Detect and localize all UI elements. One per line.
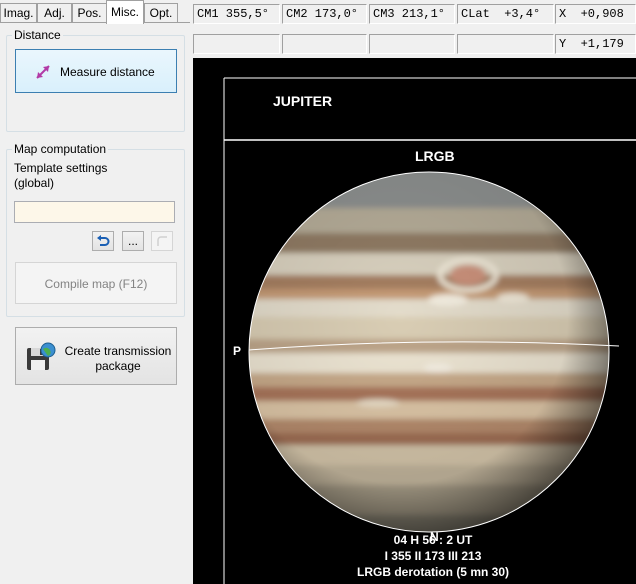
empty-field-4 bbox=[457, 34, 554, 54]
image-viewer[interactable]: JUPITER LRGB P N 04 H 56 : 2 UT I 355 II… bbox=[193, 58, 636, 584]
floppy-globe-icon bbox=[26, 342, 56, 372]
browse-button[interactable]: ... bbox=[122, 231, 144, 251]
tab-opt[interactable]: Opt. bbox=[144, 3, 178, 23]
tab-pos[interactable]: Pos. bbox=[72, 3, 107, 23]
cm1-field: CM1 355,5° bbox=[193, 4, 280, 24]
side-panel: Imag. Adj. Pos. Misc. Opt. Distance Meas… bbox=[0, 0, 190, 584]
measure-arrow-icon bbox=[34, 63, 52, 81]
distance-legend: Distance bbox=[12, 28, 63, 42]
caption-cm: I 355 II 173 III 213 bbox=[384, 549, 482, 563]
pole-marker-p: P bbox=[233, 344, 242, 358]
compile-map-label: Compile map (F12) bbox=[44, 277, 148, 291]
redo-button[interactable] bbox=[151, 231, 173, 251]
clat-field: CLat +3,4° bbox=[457, 4, 554, 24]
cm3-field: CM3 213,1° bbox=[369, 4, 455, 24]
image-caption: 04 H 56 : 2 UT I 355 II 173 III 213 LRGB… bbox=[333, 532, 533, 580]
filter-name: LRGB bbox=[415, 148, 455, 164]
measure-distance-label: Measure distance bbox=[60, 65, 155, 79]
empty-field-3 bbox=[369, 34, 455, 54]
compile-map-button[interactable]: Compile map (F12) bbox=[15, 262, 177, 304]
x-coord-field: X +0,908 bbox=[555, 4, 636, 24]
transmission-label-line2: package bbox=[95, 359, 141, 373]
object-name: JUPITER bbox=[273, 93, 333, 109]
caption-derotation: LRGB derotation (5 mn 30) bbox=[356, 565, 509, 579]
create-transmission-label: Create transmission package bbox=[60, 344, 176, 374]
transmission-label-line1: Create transmission bbox=[64, 344, 172, 358]
cm2-field: CM2 173,0° bbox=[282, 4, 367, 24]
template-label-line1: Template settings bbox=[14, 161, 108, 175]
measure-distance-button[interactable]: Measure distance bbox=[15, 49, 177, 93]
template-label-line2: (global) bbox=[14, 176, 55, 190]
caption-time: 04 H 56 : 2 UT bbox=[393, 533, 473, 547]
tab-misc[interactable]: Misc. bbox=[106, 0, 144, 24]
tab-divider bbox=[0, 22, 190, 23]
undo-icon bbox=[96, 235, 110, 251]
tab-imag[interactable]: Imag. bbox=[0, 3, 37, 23]
jupiter-disc bbox=[249, 172, 609, 532]
jupiter-image bbox=[223, 77, 636, 584]
undo-button[interactable] bbox=[92, 231, 114, 251]
redo-icon bbox=[155, 236, 169, 251]
tab-strip: Imag. Adj. Pos. Misc. Opt. bbox=[0, 0, 190, 24]
template-settings-label: Template settings (global) bbox=[14, 161, 107, 191]
empty-field-2 bbox=[282, 34, 367, 54]
empty-field-1 bbox=[193, 34, 280, 54]
map-computation-legend: Map computation bbox=[12, 142, 109, 156]
create-transmission-button[interactable]: Create transmission package bbox=[15, 327, 177, 385]
y-coord-field: Y +1,179 bbox=[555, 34, 636, 54]
tab-adj[interactable]: Adj. bbox=[37, 3, 72, 23]
template-input[interactable] bbox=[14, 201, 175, 223]
